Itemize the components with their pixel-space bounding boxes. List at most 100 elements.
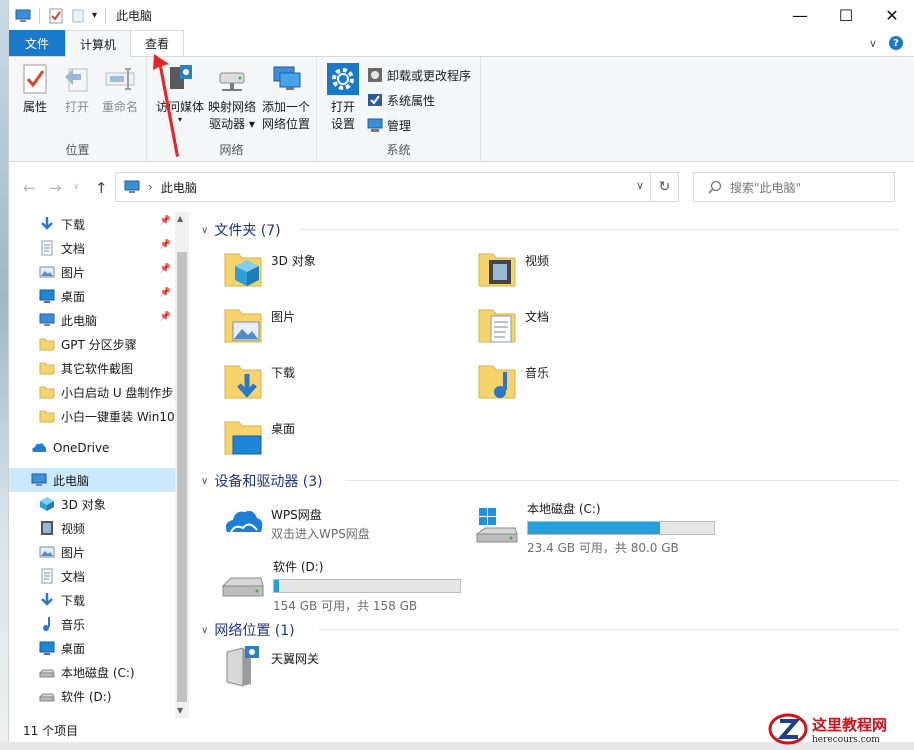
properties-check-icon[interactable] (48, 8, 64, 24)
nav-quick-access-item[interactable]: 图片 📌 (9, 260, 175, 284)
nav-this-pc-item[interactable]: 音乐 (9, 612, 175, 636)
nav-quick-access-item[interactable]: 小白一键重装 Win10 (9, 404, 175, 428)
scroll-up-arrow-icon[interactable]: ▲ (177, 214, 183, 223)
manage-button[interactable]: 管理 (367, 114, 411, 136)
nav-item-this-pc[interactable]: 此电脑 (9, 468, 175, 492)
breadcrumb-item[interactable]: 此电脑 (161, 179, 197, 196)
computer-icon (15, 9, 31, 22)
nav-this-pc-item[interactable]: 文档 (9, 564, 175, 588)
system-properties-check-icon (368, 94, 382, 106)
folder-desktop[interactable]: 桌面 (221, 414, 295, 458)
nav-item-label: 文档 (61, 241, 86, 256)
up-button[interactable]: ↑ (95, 179, 108, 197)
map-network-drive-button[interactable]: 映射网络 驱动器 ▾ (205, 63, 259, 133)
nav-quick-access-item[interactable]: 其它软件截图 (9, 356, 175, 380)
scroll-down-arrow-icon[interactable]: ▼ (177, 706, 183, 715)
desktop-icon (39, 288, 55, 304)
nav-item-label: 图片 (61, 545, 86, 560)
picture-icon (39, 264, 55, 280)
tab-file[interactable]: 文件 (9, 30, 65, 56)
properties-button[interactable]: 属性 (17, 63, 53, 116)
3d-object-folder-icon (221, 246, 265, 290)
folder-icon (39, 408, 55, 424)
nav-this-pc-item[interactable]: 桌面 (9, 636, 175, 660)
folder-pictures[interactable]: 图片 (221, 302, 295, 346)
folder-documents[interactable]: 文档 (475, 302, 549, 346)
section-devices-header[interactable]: ∨ 设备和驱动器 (3) (201, 471, 323, 491)
nav-item-label: 此电脑 (61, 313, 98, 328)
folder-icon (39, 360, 55, 376)
drive-d-tile[interactable]: 软件 (D:) 154 GB 可用，共 158 GB (221, 558, 461, 614)
nav-item-label: GPT 分区步骤 (61, 337, 137, 352)
nav-quick-access-item[interactable]: 此电脑 📌 (9, 308, 175, 332)
open-button[interactable]: 打开 (59, 63, 95, 116)
close-button[interactable]: ✕ (869, 0, 914, 31)
nav-this-pc-item[interactable]: 软件 (D:) (9, 684, 175, 708)
section-divider (319, 629, 899, 630)
drive-d-usage-fill (274, 580, 279, 592)
nav-item-onedrive[interactable]: OneDrive (9, 436, 175, 460)
folder-downloads[interactable]: 下载 (221, 358, 295, 402)
forward-button[interactable]: → (49, 179, 62, 197)
drive-c-tile[interactable]: 本地磁盘 (C:) 23.4 GB 可用，共 80.0 GB (475, 500, 715, 556)
back-button[interactable]: ← (23, 179, 36, 197)
add-network-location-button[interactable]: 添加一个 网络位置 (259, 63, 313, 133)
nav-item-label: 下载 (61, 217, 86, 232)
address-history-dropdown[interactable]: ∨ (636, 179, 644, 192)
nav-quick-access-item[interactable]: 小白启动 U 盘制作步 (9, 380, 175, 404)
nav-this-pc-item[interactable]: 视频 (9, 516, 175, 540)
nav-quick-access-item[interactable]: 文档 📌 (9, 236, 175, 260)
document-icon (39, 568, 55, 584)
network-gateway-tile[interactable]: 天翼网关 (221, 644, 319, 688)
folder-videos[interactable]: 视频 (475, 246, 549, 290)
nav-scrollbar[interactable]: ▲ ▼ (175, 212, 189, 718)
address-bar[interactable]: › 此电脑 ∨ (115, 172, 651, 202)
pin-icon: 📌 (159, 312, 171, 322)
drive-icon (38, 688, 55, 704)
onedrive-icon (31, 440, 47, 456)
window-title: 此电脑 (116, 9, 153, 23)
document-folder-icon (475, 302, 519, 346)
folder-music[interactable]: 音乐 (475, 358, 549, 402)
rename-button[interactable]: 重命名 (99, 63, 141, 116)
nav-item-label: 3D 对象 (61, 497, 106, 512)
drive-c-free-space: 23.4 GB 可用，共 80.0 GB (527, 541, 679, 555)
refresh-button[interactable]: ↻ (651, 172, 679, 202)
search-input[interactable]: 搜索"此电脑" (693, 172, 895, 202)
recent-locations-dropdown[interactable]: ∨ (73, 182, 80, 192)
expand-ribbon-chevron-icon[interactable]: ∨ (869, 37, 877, 50)
nav-item-label: 视频 (61, 521, 86, 536)
breadcrumb-separator: › (148, 180, 153, 194)
nav-quick-access-item[interactable]: 下载 📌 (9, 212, 175, 236)
ribbon-right-controls: ∨ ? (869, 30, 914, 56)
nav-quick-access-item[interactable]: GPT 分区步骤 (9, 332, 175, 356)
collapse-chevron-icon: ∨ (201, 475, 209, 487)
minimize-button[interactable]: — (777, 0, 823, 31)
nav-quick-access-item[interactable]: 桌面 📌 (9, 284, 175, 308)
section-folders-header[interactable]: ∨ 文件夹 (7) (201, 220, 281, 240)
nav-this-pc-item[interactable]: 下载 (9, 588, 175, 612)
uninstall-program-button[interactable]: 卸载或更改程序 (367, 64, 471, 86)
gear-icon (327, 63, 359, 95)
site-watermark: 这里教程网 herecours.com (768, 708, 914, 750)
red-arrow-annotation-icon (153, 54, 179, 157)
folder-3d-objects[interactable]: 3D 对象 (221, 246, 316, 290)
system-properties-button[interactable]: 系统属性 (367, 89, 435, 111)
scroll-thumb[interactable] (177, 252, 187, 702)
collapse-chevron-icon: ∨ (201, 224, 209, 236)
nav-this-pc-item[interactable]: 3D 对象 (9, 492, 175, 516)
new-folder-icon[interactable] (70, 8, 86, 24)
wps-cloud-drive-tile[interactable]: WPS网盘 双击进入WPS网盘 (221, 500, 370, 544)
help-icon[interactable]: ? (889, 36, 903, 50)
rename-label: 重命名 (101, 100, 138, 114)
nav-item-label: 此电脑 (53, 473, 90, 488)
tab-computer[interactable]: 计算机 (65, 30, 132, 57)
open-settings-button[interactable]: 打开 设置 (325, 63, 361, 133)
picture-folder-icon (221, 302, 265, 346)
maximize-button[interactable]: ☐ (823, 0, 869, 31)
nav-this-pc-item[interactable]: 本地磁盘 (C:) (9, 660, 175, 684)
section-network-header[interactable]: ∨ 网络位置 (1) (201, 620, 295, 640)
nav-this-pc-item[interactable]: 图片 (9, 540, 175, 564)
folder-label: 3D 对象 (271, 254, 316, 268)
customize-toolbar-dropdown[interactable]: ▾ (92, 10, 97, 21)
